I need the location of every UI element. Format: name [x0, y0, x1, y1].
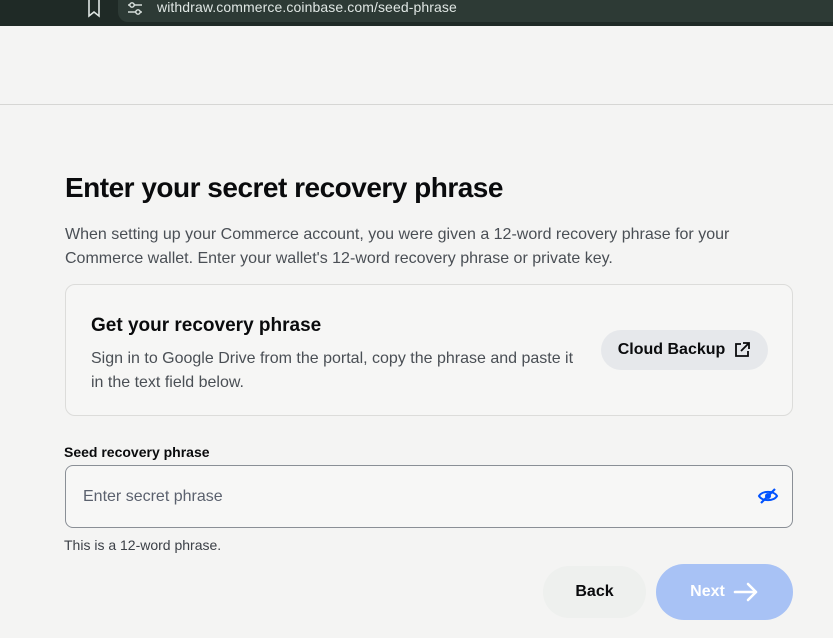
- next-button[interactable]: Next: [656, 564, 793, 620]
- page-title: Enter your secret recovery phrase: [65, 172, 503, 203]
- site-settings-icon[interactable]: [127, 1, 143, 15]
- seed-phrase-label: Seed recovery phrase: [64, 444, 210, 460]
- card-title: Get your recovery phrase: [91, 315, 322, 336]
- recovery-phrase-card: Get your recovery phrase Sign in to Goog…: [65, 284, 793, 416]
- back-label: Back: [575, 583, 614, 600]
- url-text[interactable]: withdraw.commerce.coinbase.com/seed-phra…: [157, 0, 457, 15]
- arrow-right-icon: [733, 582, 759, 602]
- cloud-backup-button[interactable]: Cloud Backup: [601, 330, 768, 370]
- helper-text: This is a 12-word phrase.: [64, 537, 222, 553]
- bookmark-icon[interactable]: [86, 0, 102, 18]
- next-label: Next: [690, 583, 725, 600]
- card-description: Sign in to Google Drive from the portal,…: [91, 350, 574, 391]
- external-link-icon: [733, 341, 751, 359]
- header-divider: [0, 104, 833, 105]
- cloud-backup-label: Cloud Backup: [617, 341, 726, 358]
- seed-phrase-input[interactable]: [67, 467, 747, 526]
- seed-phrase-field: [65, 465, 793, 528]
- browser-toolbar: withdraw.commerce.coinbase.com/seed-phra…: [0, 0, 833, 26]
- eye-off-icon[interactable]: [757, 485, 779, 507]
- page-description: When setting up your Commerce account, y…: [65, 226, 730, 267]
- back-button[interactable]: Back: [543, 566, 646, 618]
